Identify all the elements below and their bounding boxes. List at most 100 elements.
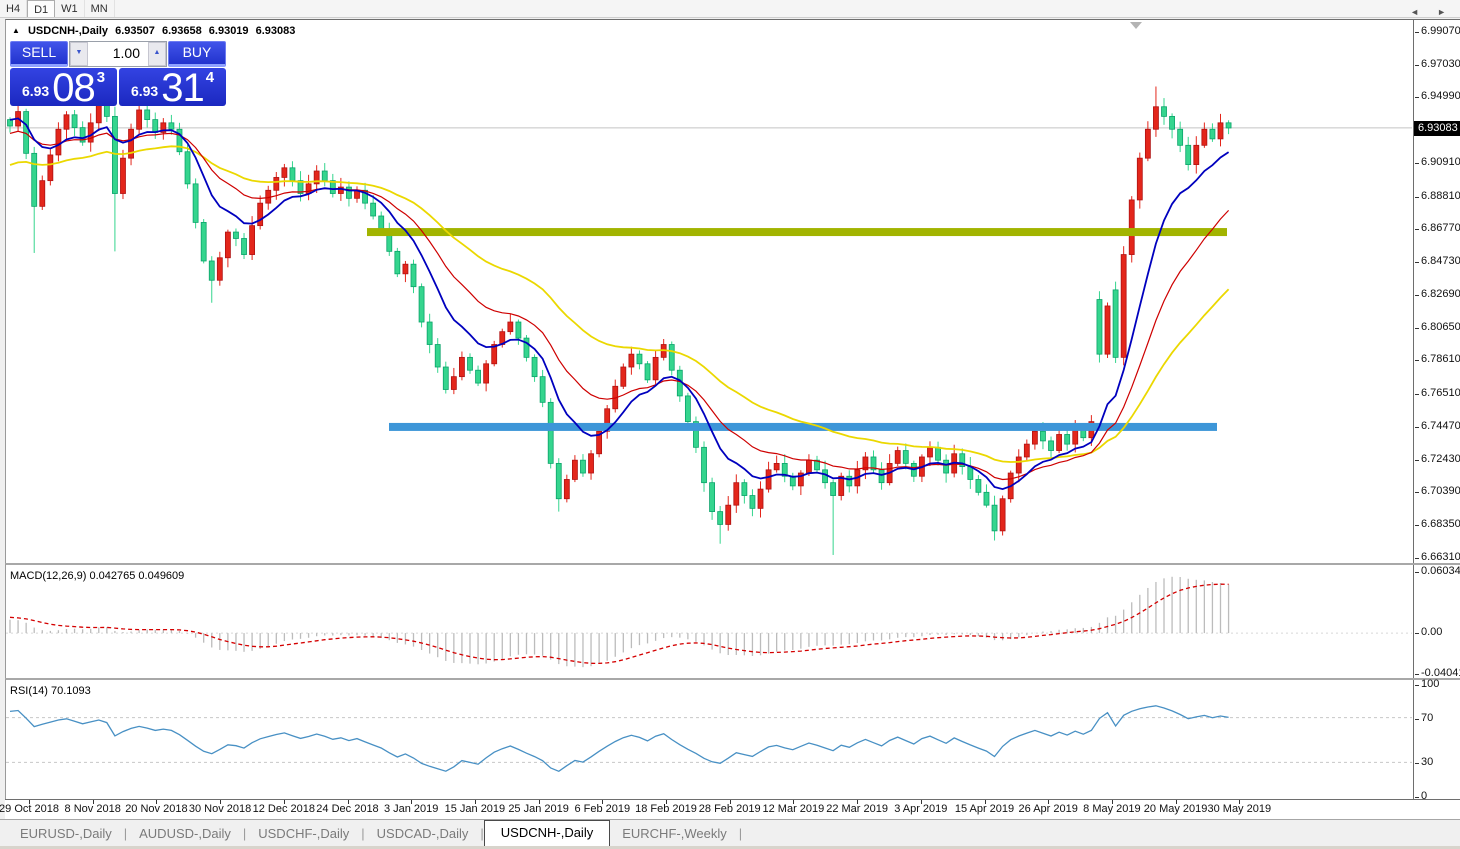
rsi-pane: RSI(14) 70.1093 10070300 <box>5 678 1460 799</box>
tab-usdchf-daily[interactable]: USDCHF-,Daily <box>246 822 361 846</box>
sell-button[interactable]: SELL <box>10 41 68 67</box>
price-axis-label: 6.99070 <box>1415 25 1460 37</box>
quote-open: 6.93507 <box>115 25 155 37</box>
timeframe-button-d1[interactable]: D1 <box>27 0 55 17</box>
candle-body <box>1049 441 1054 451</box>
macd-axis-label: 0.060342 <box>1415 565 1460 577</box>
volume-input[interactable]: 1.00 <box>88 42 148 66</box>
candle-body <box>48 155 53 181</box>
candle-body <box>451 377 456 390</box>
timeframe-button-h4[interactable]: H4 <box>0 0 27 17</box>
timeframe-button-mn[interactable]: MN <box>85 0 115 17</box>
tab-scroll-left-icon[interactable]: ◄ <box>1410 7 1419 17</box>
quote-high: 6.93658 <box>162 25 202 37</box>
candle-body <box>322 171 327 181</box>
buy-button[interactable]: BUY <box>168 41 226 67</box>
candle-body <box>1178 129 1183 145</box>
candle-body <box>564 479 569 498</box>
tab-eurusd-daily[interactable]: EURUSD-,Daily <box>8 822 124 846</box>
rsi-axis[interactable]: 10070300 <box>1413 680 1460 799</box>
candle-body <box>185 152 190 184</box>
candle-body <box>419 287 424 322</box>
price-axis-label: 6.86770 <box>1415 222 1460 234</box>
sell-price[interactable]: 6.93 08 3 <box>10 68 117 106</box>
candle-body <box>467 357 472 370</box>
chart-tab-bar: EURUSD-,Daily|AUDUSD-,Daily|USDCHF-,Dail… <box>0 819 1460 846</box>
tab-audusd-daily[interactable]: AUDUSD-,Daily <box>127 822 243 846</box>
volume-increase-icon[interactable]: ▲ <box>148 42 166 66</box>
candle-body <box>201 222 206 261</box>
tab-scroll: ◄ ► <box>1410 7 1446 17</box>
rsi-line <box>10 706 1229 772</box>
price-axis-label: 6.84730 <box>1415 255 1460 267</box>
candle-body <box>411 264 416 286</box>
collapse-icon[interactable]: ▲ <box>12 26 20 35</box>
candle-body <box>1194 145 1199 164</box>
candle-body <box>1016 457 1021 473</box>
candle-body <box>750 496 755 509</box>
tab-eurchf-weekly[interactable]: EURCHF-,Weekly <box>610 822 739 846</box>
candle-body <box>258 203 263 225</box>
candle-body <box>976 479 981 492</box>
candle-body <box>992 505 997 531</box>
volume-decrease-icon[interactable]: ▼ <box>70 42 88 66</box>
candle-body <box>669 345 674 371</box>
candle-body <box>1097 300 1102 355</box>
candle-body <box>726 505 731 524</box>
chart-title: ▲ USDCNH-,Daily 6.93507 6.93658 6.93019 … <box>12 25 299 37</box>
candle-body <box>1113 290 1118 357</box>
candle-body <box>710 483 715 512</box>
candle-body <box>742 483 747 496</box>
candle-body <box>629 354 634 367</box>
candle-body <box>274 177 279 190</box>
buy-price[interactable]: 6.93 31 4 <box>119 68 226 106</box>
candle-body <box>8 120 13 126</box>
candle-body <box>847 476 852 486</box>
price-axis[interactable]: 6.990706.970306.949906.909106.888106.867… <box>1413 20 1460 563</box>
price-axis-label: 6.78610 <box>1415 353 1460 365</box>
candle-body <box>443 367 448 389</box>
buy-price-prefix: 6.93 <box>131 83 158 99</box>
candle-body <box>1105 306 1110 354</box>
buy-price-big: 31 <box>161 73 204 103</box>
macd-axis-label: 0.00 <box>1415 626 1442 638</box>
candle-body <box>459 357 464 376</box>
date-label: 30 May 2019 <box>1193 803 1285 815</box>
candle-body <box>153 120 158 133</box>
macd-chart[interactable] <box>6 567 1412 679</box>
price-axis-label: 6.82690 <box>1415 288 1460 300</box>
timeframe-button-w1[interactable]: W1 <box>55 0 85 17</box>
candle-body <box>346 187 351 198</box>
candle-body <box>379 216 384 229</box>
candle-body <box>806 460 811 473</box>
tab-usdcad-daily[interactable]: USDCAD-,Daily <box>365 822 481 846</box>
rsi-chart[interactable] <box>6 682 1412 800</box>
candle-body <box>936 447 941 460</box>
candle-body <box>145 110 150 120</box>
candle-body <box>120 158 125 193</box>
candle-body <box>427 322 432 344</box>
candle-body <box>56 129 61 155</box>
candle-body <box>540 377 545 403</box>
macd-axis[interactable]: 0.0603420.00-0.040415 <box>1413 565 1460 678</box>
candle-body <box>217 258 222 280</box>
tab-usdcnh-daily[interactable]: USDCNH-,Daily <box>484 820 610 846</box>
candle-body <box>233 232 238 238</box>
candle-body <box>371 203 376 216</box>
tab-scroll-right-icon[interactable]: ► <box>1437 7 1446 17</box>
price-axis-label: 6.72430 <box>1415 453 1460 465</box>
candle-body <box>169 123 174 129</box>
candle-body <box>1153 107 1158 129</box>
date-axis[interactable]: 29 Oct 20188 Nov 201820 Nov 201830 Nov 2… <box>5 799 1460 819</box>
candle-body <box>1121 255 1126 358</box>
tab-separator: | <box>739 826 742 846</box>
candle-body <box>702 447 707 482</box>
candle-body <box>1145 129 1150 158</box>
shift-marker-icon <box>1130 22 1142 29</box>
price-axis-label: 6.76510 <box>1415 387 1460 399</box>
price-axis-label: 6.94990 <box>1415 90 1460 102</box>
resistance-line <box>367 228 1227 236</box>
candle-body <box>968 467 973 480</box>
candle-body <box>1202 129 1207 145</box>
volume-spinner: ▼ 1.00 ▲ <box>69 41 167 67</box>
